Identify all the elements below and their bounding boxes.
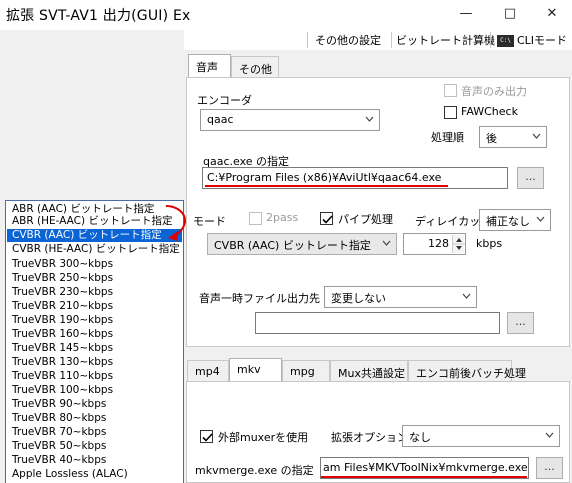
settings-panel: 音声 その他 エンコーダ qaac 音声のみ出力 FAWCheck 処理順 後 …	[184, 50, 572, 483]
bitrate-unit: kbps	[476, 237, 503, 250]
audio-only-label: 音声のみ出力	[461, 85, 527, 98]
toolbar-separator	[391, 32, 392, 48]
list-item[interactable]: TrueVBR 190~kbps	[7, 314, 182, 327]
external-muxer-label: 外部muxerを使用	[218, 431, 309, 444]
chevron-down-icon	[536, 216, 545, 222]
tab-mp4[interactable]: mp4	[187, 360, 229, 382]
chevron-down-icon	[462, 293, 471, 299]
maximize-button[interactable]: □	[495, 0, 525, 30]
fawcheck-checkbox[interactable]	[444, 106, 457, 119]
toolbar-separator	[307, 32, 308, 48]
checkmark-icon	[322, 215, 333, 224]
delay-cut-select[interactable]: 補正なし	[479, 209, 551, 231]
delay-cut-value: 補正なし	[486, 215, 530, 228]
encoder-select[interactable]: qaac	[200, 109, 380, 131]
list-item[interactable]: CVBR (HE-AAC) ビットレート指定	[7, 243, 182, 256]
list-item[interactable]: TrueVBR 210~kbps	[7, 300, 182, 313]
mkvmerge-browse-button[interactable]: ...	[536, 457, 563, 479]
list-item[interactable]: TrueVBR 110~kbps	[7, 370, 182, 383]
bitrate-value: 128	[428, 237, 449, 250]
list-item[interactable]: TrueVBR 40~kbps	[7, 454, 182, 467]
order-select[interactable]: 後	[479, 126, 547, 148]
temp-output-label: 音声一時ファイル出力先	[199, 292, 320, 305]
bitrate-spin-buttons[interactable]	[452, 235, 465, 253]
ext-option-label: 拡張オプション	[331, 431, 408, 444]
list-item[interactable]: TrueVBR 50~kbps	[7, 440, 182, 453]
annotation-arrow-icon	[165, 205, 186, 241]
list-item[interactable]: ABR (HE-AAC) ビットレート指定	[7, 215, 182, 228]
encoder-value: qaac	[207, 113, 234, 126]
ext-option-value: なし	[409, 431, 431, 444]
tab-batch[interactable]: エンコ前後バッチ処理	[408, 360, 526, 382]
toolbar: その他の設定 ビットレート計算機 C:\ CLIモード	[184, 30, 572, 50]
other-settings-button[interactable]: その他の設定	[315, 32, 381, 48]
list-item[interactable]: TrueVBR 130~kbps	[7, 356, 182, 369]
external-muxer-checkbox[interactable]	[200, 430, 213, 443]
temp-output-path-input[interactable]	[255, 312, 500, 334]
highlight-underline	[321, 476, 527, 478]
encoder-label: エンコーダ	[197, 94, 252, 107]
pipe-checkbox[interactable]	[320, 212, 333, 225]
toolbar-separator	[490, 32, 491, 48]
list-item[interactable]: TrueVBR 300~kbps	[7, 258, 182, 271]
pipe-label: パイプ処理	[338, 213, 393, 226]
list-item[interactable]: TrueVBR 160~kbps	[7, 328, 182, 341]
temp-browse-button[interactable]: ...	[507, 312, 534, 334]
bitrate-calc-button[interactable]: ビットレート計算機	[396, 32, 495, 48]
terminal-icon: C:\	[497, 35, 514, 47]
qaac-browse-button[interactable]: ...	[517, 167, 544, 189]
fawcheck-label: FAWCheck	[461, 105, 518, 118]
highlight-underline	[205, 185, 448, 187]
tab-mkv[interactable]: mkv	[229, 358, 282, 382]
chevron-down-icon	[382, 240, 391, 246]
audio-mode-dropdown-list[interactable]: ABR (AAC) ビットレート指定 ABR (HE-AAC) ビットレート指定 C…	[5, 200, 184, 483]
audio-mode-select[interactable]: CVBR (AAC) ビットレート指定	[207, 233, 397, 255]
audio-only-checkbox[interactable]	[444, 84, 457, 97]
order-label: 処理順	[431, 131, 464, 144]
list-item[interactable]: TrueVBR 230~kbps	[7, 286, 182, 299]
list-item[interactable]: Apple Lossless (ALAC)	[7, 468, 182, 481]
tab-mpg[interactable]: mpg	[282, 360, 330, 382]
audio-mode-value: CVBR (AAC) ビットレート指定	[214, 239, 371, 252]
list-item[interactable]: TrueVBR 90~kbps	[7, 398, 182, 411]
list-item[interactable]: TrueVBR 250~kbps	[7, 272, 182, 285]
window-title: 拡張 SVT-AV1 出力(GUI) Ex	[6, 8, 191, 24]
checkmark-icon	[202, 433, 213, 442]
list-item[interactable]: TrueVBR 80~kbps	[7, 412, 182, 425]
tab-audio[interactable]: 音声	[188, 54, 231, 78]
list-item[interactable]: TrueVBR 145~kbps	[7, 342, 182, 355]
temp-output-select[interactable]: 変更しない	[324, 286, 477, 308]
temp-output-value: 変更しない	[331, 292, 386, 305]
tab-mux-common[interactable]: Mux共通設定	[330, 360, 408, 382]
mkvmerge-exe-label: mkvmerge.exe の指定	[195, 464, 314, 477]
chevron-down-icon	[545, 432, 554, 438]
list-item[interactable]: TrueVBR 100~kbps	[7, 384, 182, 397]
twopass-checkbox[interactable]	[249, 212, 262, 225]
chevron-down-icon	[365, 116, 374, 122]
list-item[interactable]: CVBR (AAC) ビットレート指定	[7, 229, 182, 242]
order-value: 後	[486, 132, 497, 145]
cli-mode-button[interactable]: C:\ CLIモード	[497, 32, 567, 48]
spin-arrows-icon	[453, 238, 465, 250]
mode-label: モード	[193, 215, 226, 228]
cli-mode-label: CLIモード	[517, 34, 568, 47]
list-item[interactable]: TrueVBR 70~kbps	[7, 426, 182, 439]
title-bar: 拡張 SVT-AV1 出力(GUI) Ex — □ ✕	[0, 0, 572, 30]
audio-pane: エンコーダ qaac 音声のみ出力 FAWCheck 処理順 後 qaac.ex…	[186, 77, 570, 347]
twopass-label: 2pass	[266, 211, 299, 224]
chevron-down-icon	[532, 133, 541, 139]
tab-other[interactable]: その他	[231, 56, 279, 78]
close-button[interactable]: ✕	[537, 0, 567, 30]
minimize-button[interactable]: —	[451, 0, 481, 30]
bitrate-stepper[interactable]: 128	[403, 233, 466, 255]
mux-pane: 外部muxerを使用 拡張オプション なし mkvmerge.exe の指定 a…	[186, 381, 570, 483]
ext-option-select[interactable]: なし	[402, 425, 560, 447]
